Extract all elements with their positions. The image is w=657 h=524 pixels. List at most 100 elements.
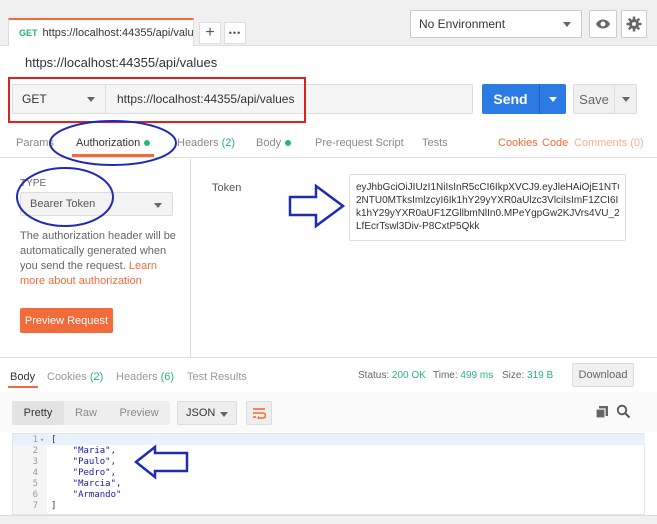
- tab-params[interactable]: Params: [16, 137, 54, 149]
- tab-headers[interactable]: Headers (2): [177, 137, 235, 149]
- gear-icon: [626, 16, 642, 32]
- tab-title: https://localhost:44355/api/valu: [42, 27, 194, 39]
- copy-button[interactable]: [595, 405, 609, 422]
- time-info: Time: 499 ms: [433, 370, 493, 381]
- line-number: 2: [32, 445, 38, 456]
- token-line: 2NTU0MTksImlzcyI6Ik1hY29yYXR0aUlzc3VlciI…: [356, 195, 619, 206]
- tab-headers-count: (2): [221, 137, 236, 149]
- cookies-link[interactable]: Cookies: [498, 137, 538, 149]
- environment-value: No Environment: [419, 17, 506, 31]
- eye-icon: [596, 19, 610, 29]
- token-label: Token: [212, 182, 242, 194]
- response-tab-headers[interactable]: Headers (6): [116, 371, 174, 383]
- chevron-down-icon: [622, 96, 630, 102]
- settings-button[interactable]: [621, 10, 647, 38]
- line-number: 5: [32, 478, 38, 489]
- divider: [539, 84, 540, 114]
- pane-divider[interactable]: [0, 357, 657, 358]
- wrap-icon: [253, 408, 266, 419]
- chevron-down-icon: [563, 22, 571, 27]
- status-bar: [0, 515, 657, 524]
- code-line: 4 "Pedro",: [13, 467, 645, 478]
- active-dot-icon: [285, 140, 292, 147]
- tab-body-label: Body: [256, 137, 282, 149]
- response-tab-cookies-count: (2): [89, 371, 104, 383]
- download-button[interactable]: Download: [572, 363, 634, 387]
- size-value: 319 B: [527, 370, 554, 381]
- size-label: Size:: [502, 370, 525, 381]
- search-icon: [616, 404, 631, 419]
- annotation-arrow-token: [288, 183, 346, 229]
- time-label: Time:: [433, 370, 458, 381]
- view-raw-button[interactable]: Raw: [64, 401, 108, 425]
- token-line: eyJhbGciOiJIUzI1NiIsInR5cCI6IkpXVCJ9.eyJ…: [356, 182, 619, 193]
- highlight-box-red: [8, 77, 306, 123]
- response-tab-cookies[interactable]: Cookies (2): [47, 371, 103, 383]
- comments-link[interactable]: Comments (0): [574, 137, 644, 149]
- line-number: 7: [32, 500, 38, 511]
- preview-request-button[interactable]: Preview Request: [20, 308, 113, 333]
- code-line: 1 ▾ [: [13, 434, 645, 445]
- chevron-down-icon: [154, 203, 162, 208]
- save-label: Save: [579, 91, 609, 107]
- code-text: "Maria",: [51, 445, 117, 456]
- response-tab-headers-count: (6): [160, 371, 175, 383]
- token-line: LfEcrTswl3Div-P8CxtP5Qkk: [356, 221, 480, 232]
- search-button[interactable]: [616, 404, 631, 422]
- code-line: 2 "Maria",: [13, 445, 645, 456]
- format-select[interactable]: JSON: [177, 401, 237, 425]
- response-tab-body[interactable]: Body: [10, 371, 35, 383]
- time-value: 499 ms: [460, 370, 494, 381]
- code-text: ]: [51, 500, 57, 511]
- tab-body[interactable]: Body: [256, 137, 292, 149]
- eye-button[interactable]: [589, 10, 617, 38]
- code-line: 6 "Armando": [13, 489, 645, 500]
- copy-icon: [595, 406, 608, 419]
- add-tab-button[interactable]: +: [199, 22, 221, 44]
- tab-authorization[interactable]: Authorization: [76, 137, 151, 149]
- code-text: "Marcia",: [51, 478, 122, 489]
- token-input[interactable]: eyJhbGciOiJIUzI1NiIsInR5cCI6IkpXVCJ9.eyJ…: [349, 174, 626, 241]
- tab-prerequest-script[interactable]: Pre-request Script: [315, 137, 404, 149]
- chevron-down-icon: [549, 96, 557, 102]
- request-tab[interactable]: GET https://localhost:44355/api/valu: [8, 18, 194, 46]
- code-line: 5 "Marcia",: [13, 478, 645, 489]
- auth-type-value: Bearer Token: [30, 198, 96, 210]
- view-pretty-button[interactable]: Pretty: [12, 401, 64, 425]
- line-number: 4: [32, 467, 38, 478]
- send-label: Send: [493, 91, 528, 107]
- line-number: 6: [32, 489, 38, 500]
- response-tab-cookies-label: Cookies: [47, 371, 87, 383]
- response-tab-test-results[interactable]: Test Results: [187, 371, 247, 383]
- view-preview-button[interactable]: Preview: [108, 401, 170, 425]
- auth-type-select[interactable]: Bearer Token: [20, 192, 173, 216]
- status-info: Status: 200 OK: [358, 370, 426, 381]
- save-button[interactable]: Save: [573, 84, 637, 114]
- chevron-down-icon: [220, 412, 228, 417]
- send-button[interactable]: Send: [482, 84, 566, 114]
- environment-select[interactable]: No Environment: [410, 10, 582, 38]
- code-text: [: [51, 434, 57, 445]
- tab-authorization-label: Authorization: [76, 137, 141, 149]
- tab-tests[interactable]: Tests: [422, 137, 448, 149]
- code-text: "Pedro",: [51, 467, 117, 478]
- status-label: Status:: [358, 370, 390, 381]
- code-line: 3 "Paulo",: [13, 456, 645, 467]
- tab-headers-label: Headers: [177, 137, 219, 149]
- more-tabs-button[interactable]: •••: [224, 22, 246, 44]
- active-dot-icon: [144, 140, 151, 147]
- fold-chevron-icon[interactable]: ▾: [38, 436, 47, 444]
- format-value: JSON: [186, 407, 216, 419]
- active-tab-indicator: [72, 154, 154, 157]
- auth-description: The authorization header will be automat…: [20, 229, 180, 289]
- response-active-indicator: [8, 386, 38, 388]
- line-number: 3: [32, 456, 38, 467]
- request-title: https://localhost:44355/api/values: [25, 55, 218, 70]
- auth-type-label: TYPE: [20, 178, 47, 189]
- code-text: "Armando": [51, 489, 122, 500]
- size-info: Size: 319 B: [502, 370, 553, 381]
- code-link[interactable]: Code: [542, 137, 568, 149]
- code-text: "Paulo",: [51, 456, 117, 467]
- wrap-lines-button[interactable]: [246, 401, 272, 425]
- status-value: 200 OK: [391, 370, 426, 381]
